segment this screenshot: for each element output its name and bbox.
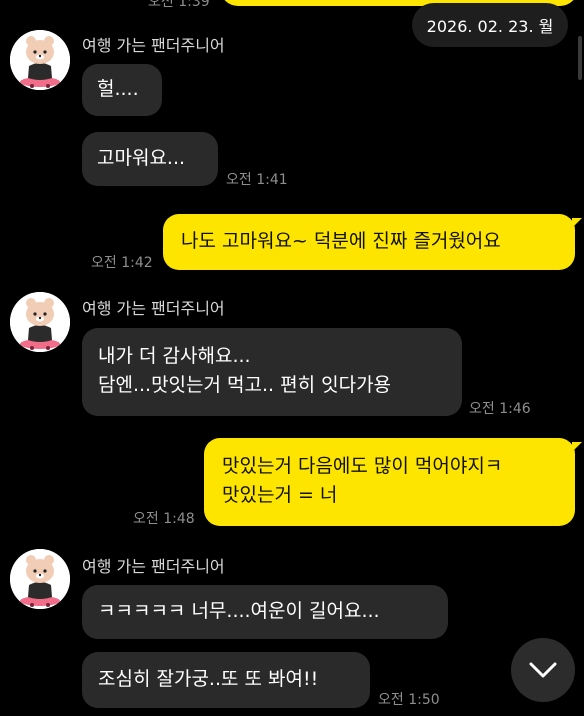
message-timestamp: 오전 1:50	[378, 692, 440, 708]
bear-avatar-icon	[10, 30, 70, 90]
message-bubble-outgoing[interactable]: 나도 고마워요~ 덕분에 진짜 즐거웠어요	[163, 214, 575, 270]
message-text: 헐....	[97, 78, 139, 100]
bubble-tail	[572, 218, 582, 228]
message-bubble-incoming[interactable]: 헐....	[82, 64, 162, 116]
message-text: 나도 고마워요~ 덕분에 진짜 즐거웠어요	[181, 230, 501, 252]
chat-room: 오전 1:39 2026. 02. 23. 월 여행 가는 팬더주니어 헐...…	[0, 0, 584, 716]
avatar[interactable]	[10, 30, 70, 90]
message-text-line: 맛있는거 다음에도 많이 먹어야지ㅋ	[222, 455, 503, 477]
message-text-line: 맛있는거 = 너	[222, 484, 338, 506]
message-timestamp: 오전 1:41	[226, 172, 288, 188]
message-bubble-incoming[interactable]: 조심히 잘가궁..또 또 봐여!!	[82, 652, 370, 708]
message-text: 고마워요...	[97, 147, 186, 169]
bear-avatar-icon	[10, 549, 70, 609]
bear-avatar-icon	[10, 292, 70, 352]
message-timestamp: 오전 1:42	[91, 255, 153, 271]
message-bubble-outgoing[interactable]: 맛있는거 다음에도 많이 먹어야지ㅋ 맛있는거 = 너	[204, 438, 575, 526]
message-bubble-incoming[interactable]: 내가 더 감사해요... 담엔...맛잇는거 먹고.. 편히 잇다가용	[82, 328, 462, 416]
date-badge: 2026. 02. 23. 월	[412, 3, 568, 47]
scrollbar-thumb[interactable]	[578, 36, 582, 80]
message-bubble-incoming[interactable]: 고마워요...	[82, 132, 218, 186]
scroll-to-bottom-button[interactable]	[511, 638, 575, 702]
message-text-line: 담엔...맛잇는거 먹고.. 편히 잇다가용	[98, 374, 392, 396]
sender-name: 여행 가는 팬더주니어	[82, 557, 225, 576]
bubble-tail	[572, 442, 582, 452]
avatar[interactable]	[10, 549, 70, 609]
message-text: 조심히 잘가궁..또 또 봐여!!	[98, 668, 319, 690]
chevron-down-icon	[529, 662, 557, 678]
message-bubble-incoming[interactable]: ㅋㅋㅋㅋㅋ 너무....여운이 길어요...	[82, 585, 448, 639]
avatar[interactable]	[10, 292, 70, 352]
message-text: ㅋㅋㅋㅋㅋ 너무....여운이 길어요...	[98, 600, 380, 622]
message-timestamp: 오전 1:48	[133, 511, 195, 527]
message-text-line: 내가 더 감사해요...	[98, 345, 251, 367]
sender-name: 여행 가는 팬더주니어	[82, 36, 225, 55]
message-timestamp: 오전 1:46	[469, 401, 531, 417]
message-timestamp: 오전 1:39	[148, 0, 210, 10]
sender-name: 여행 가는 팬더주니어	[82, 299, 225, 318]
